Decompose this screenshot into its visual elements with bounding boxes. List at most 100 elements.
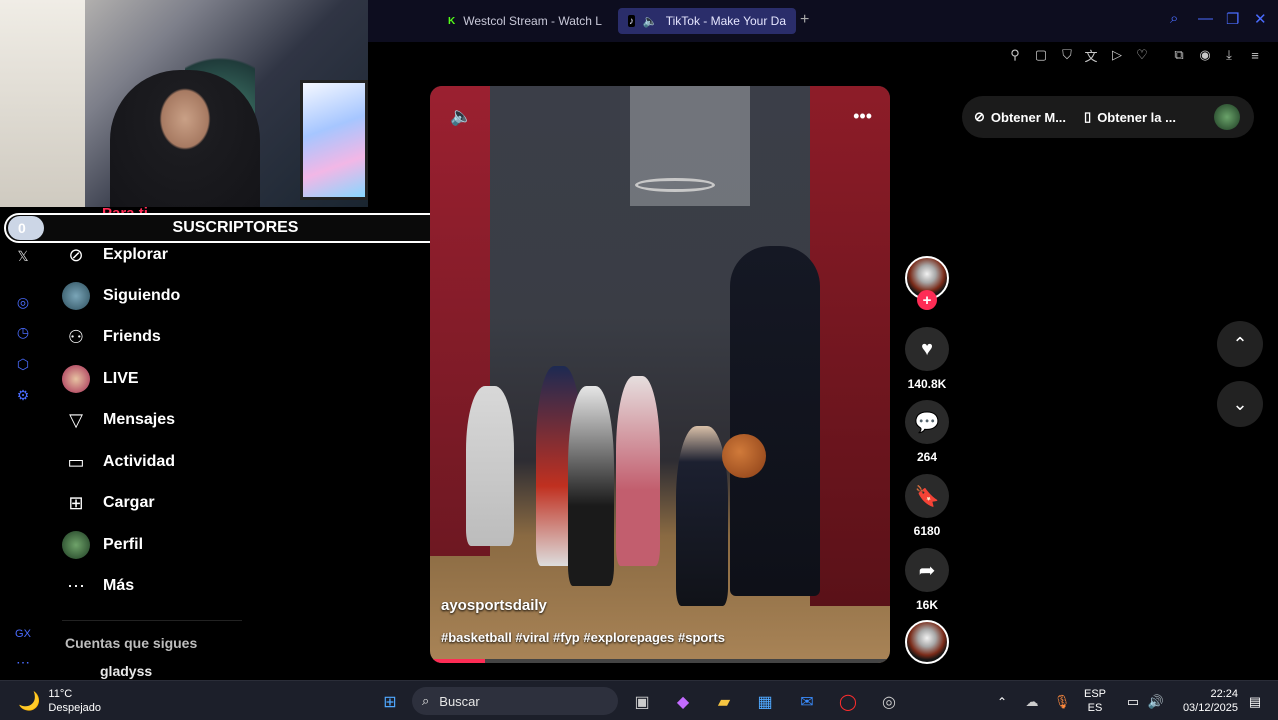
creator-avatar-group[interactable]: + bbox=[904, 256, 950, 310]
history-icon[interactable]: ◷ bbox=[14, 323, 32, 341]
previous-video-button[interactable]: ⌃ bbox=[1217, 321, 1263, 367]
copilot-icon[interactable]: ◆ bbox=[671, 690, 695, 714]
task-view-icon[interactable]: ▣ bbox=[630, 690, 654, 714]
tiktok-icon: ♪ bbox=[628, 15, 635, 27]
bookmark-icon[interactable]: 🔖 bbox=[905, 474, 949, 518]
upload-icon: ⊞ bbox=[68, 492, 84, 513]
share-icon[interactable]: ➦ bbox=[905, 548, 949, 592]
more-icon[interactable]: ⋯ bbox=[14, 653, 32, 671]
nav-actividad[interactable]: ▭ Actividad bbox=[62, 447, 175, 477]
minimize-icon[interactable]: — bbox=[1198, 10, 1213, 27]
comment-icon[interactable]: 💬 bbox=[905, 400, 949, 444]
next-video-button[interactable]: ⌄ bbox=[1217, 381, 1263, 427]
chevron-up-icon: ⌃ bbox=[1232, 333, 1248, 354]
system-clock[interactable]: 22:24 03/12/2025 bbox=[1176, 687, 1238, 715]
get-app-bar: ⊘ Obtener M... ▯ Obtener la ... bbox=[962, 96, 1254, 138]
app-icon[interactable]: ◎ bbox=[877, 690, 901, 714]
subscriber-goal-bar: SUSCRIPTORES 0 106 bbox=[4, 213, 467, 243]
following-item[interactable]: gladyss bbox=[100, 663, 152, 679]
screenshot-icon[interactable]: ▢ bbox=[1032, 46, 1050, 64]
video-progress[interactable] bbox=[430, 659, 890, 663]
temperature: 11°C bbox=[48, 688, 73, 700]
clock-date: 03/12/2025 bbox=[1182, 702, 1238, 714]
opera-gx-icon[interactable]: ◯ bbox=[836, 690, 860, 714]
outlook-icon[interactable]: ✉ bbox=[795, 690, 819, 714]
tab-label: Westcol Stream - Watch L bbox=[463, 14, 602, 28]
get-desktop-app-button[interactable]: ⊘ Obtener M... bbox=[974, 109, 1066, 125]
network-icon[interactable]: ▭ bbox=[1121, 690, 1145, 714]
profile-icon[interactable]: ◉ bbox=[1196, 46, 1214, 64]
weather-widget[interactable]: 🌙 11°C Despejado bbox=[18, 687, 101, 715]
settings-icon[interactable]: ⚙ bbox=[14, 386, 32, 404]
nav-explorar[interactable]: ⊘ Explorar bbox=[62, 240, 167, 270]
search-placeholder: Buscar bbox=[439, 693, 480, 709]
microphone-icon[interactable]: 🎙 bbox=[1050, 690, 1074, 714]
like-count: 140.8K bbox=[907, 377, 947, 391]
volume-icon[interactable]: 🔈 bbox=[450, 106, 472, 127]
nav-perfil[interactable]: Perfil bbox=[62, 530, 143, 560]
nav-divider bbox=[62, 620, 242, 621]
tab-westcol[interactable]: K Westcol Stream - Watch L bbox=[438, 8, 608, 34]
menu-icon[interactable]: ≡ bbox=[1246, 46, 1264, 64]
restore-icon[interactable]: ❐ bbox=[1226, 10, 1239, 28]
video-player[interactable]: 🔈 ••• ayosportsdaily #basketball #viral … bbox=[430, 86, 890, 663]
heart-icon[interactable]: ♥ bbox=[905, 327, 949, 371]
kick-icon: K bbox=[448, 15, 456, 27]
nav-mensajes[interactable]: ▽ Mensajes bbox=[62, 405, 175, 435]
browser-sidebar: 𝕏 ◎ ◷ ⬡ ⚙ GX ⋯ bbox=[0, 243, 44, 678]
nav-friends[interactable]: ⚇ Friends bbox=[62, 322, 161, 352]
more-icon: ⋯ bbox=[67, 575, 85, 596]
nav-live[interactable]: LIVE bbox=[62, 364, 139, 394]
weather-condition: Despejado bbox=[48, 702, 102, 714]
gx-icon[interactable]: GX bbox=[14, 625, 32, 643]
comment-action[interactable]: 💬 264 bbox=[904, 400, 950, 464]
translate-icon[interactable]: 文 bbox=[1082, 46, 1100, 64]
search-icon[interactable]: ⌕ bbox=[1170, 10, 1178, 27]
new-tab-button[interactable]: + bbox=[800, 11, 809, 29]
notification-icon[interactable]: ▤ bbox=[1243, 690, 1267, 714]
subscriber-current: 0 bbox=[8, 216, 44, 240]
extensions-icon[interactable]: ⧉ bbox=[1170, 46, 1188, 64]
webcam-feed bbox=[0, 0, 368, 207]
language-indicator[interactable]: ESP ES bbox=[1084, 687, 1106, 715]
music-disc-icon[interactable] bbox=[905, 620, 949, 664]
bookmark-count: 6180 bbox=[913, 524, 941, 538]
tab-tiktok[interactable]: ♪ 🔈 TikTok - Make Your Da bbox=[618, 8, 796, 34]
like-action[interactable]: ♥ 140.8K bbox=[904, 327, 950, 391]
windows-start-icon[interactable]: ⊞ bbox=[378, 690, 402, 714]
avatar bbox=[62, 282, 90, 310]
avatar bbox=[62, 365, 90, 393]
tray-chevron-icon[interactable]: ⌃ bbox=[990, 690, 1014, 714]
nav-mas[interactable]: ⋯ Más bbox=[62, 571, 134, 601]
video-username[interactable]: ayosportsdaily bbox=[441, 597, 547, 614]
follow-plus-icon[interactable]: + bbox=[917, 290, 937, 310]
download-icon[interactable]: ⤓ bbox=[1220, 46, 1238, 64]
folder-icon[interactable]: ▰ bbox=[712, 690, 736, 714]
box-icon[interactable]: ⬡ bbox=[14, 355, 32, 373]
more-options-icon[interactable]: ••• bbox=[853, 106, 872, 127]
volume-icon[interactable]: 🔊 bbox=[1144, 690, 1168, 714]
onedrive-icon[interactable]: ☁ bbox=[1020, 690, 1044, 714]
video-hashtags[interactable]: #basketball #viral #fyp #explorepages #s… bbox=[441, 630, 725, 645]
player-icon[interactable]: ◎ bbox=[14, 293, 32, 311]
close-icon[interactable]: ✕ bbox=[1254, 10, 1267, 28]
send-icon[interactable]: ▷ bbox=[1108, 46, 1126, 64]
moon-icon: 🌙 bbox=[18, 690, 41, 711]
chevron-down-icon: ⌄ bbox=[1232, 393, 1248, 414]
x-icon[interactable]: 𝕏 bbox=[14, 247, 32, 265]
profile-avatar[interactable] bbox=[1214, 104, 1240, 130]
taskbar-search[interactable]: ⌕ Buscar bbox=[412, 687, 618, 715]
sound-avatar[interactable] bbox=[904, 620, 950, 664]
avatar bbox=[62, 531, 90, 559]
browser-toolbar: ⚲ ▢ ⛉ 文 ▷ ♡ ⧉ ◉ ⤓ ≡ bbox=[368, 42, 1278, 70]
share-action[interactable]: ➦ 16K bbox=[904, 548, 950, 612]
nav-cargar[interactable]: ⊞ Cargar bbox=[62, 488, 154, 518]
send-icon: ▽ bbox=[69, 409, 83, 430]
heart-icon[interactable]: ♡ bbox=[1133, 46, 1151, 64]
pin-icon[interactable]: ⚲ bbox=[1006, 46, 1024, 64]
bookmark-action[interactable]: 🔖 6180 bbox=[904, 474, 950, 538]
store-icon[interactable]: ▦ bbox=[753, 690, 777, 714]
shield-icon[interactable]: ⛉ bbox=[1058, 46, 1076, 64]
nav-siguiendo[interactable]: Siguiendo bbox=[62, 281, 180, 311]
get-mobile-app-button[interactable]: ▯ Obtener la ... bbox=[1084, 109, 1176, 125]
